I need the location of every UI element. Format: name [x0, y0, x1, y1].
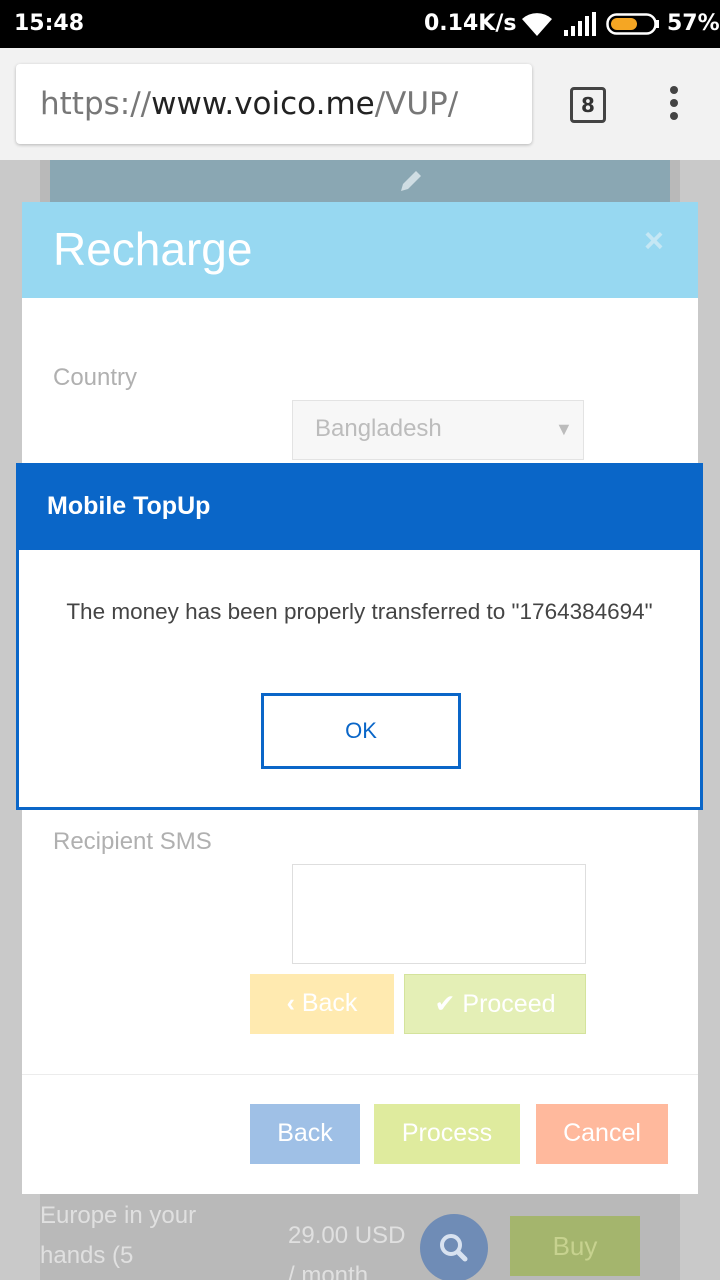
check-icon: ✔ [434, 990, 463, 1018]
chevron-left-icon: ‹ [286, 989, 302, 1017]
page-edit-bar [50, 160, 670, 202]
dialog-header: Mobile TopUp [19, 466, 700, 550]
footer-back-button[interactable]: Back [250, 1104, 360, 1164]
browser-toolbar: https://www.voico.me/VUP/ 8 [0, 48, 720, 160]
country-select-value: Bangladesh [315, 415, 442, 442]
recharge-title: Recharge [53, 223, 253, 275]
battery-icon [606, 13, 659, 35]
country-select[interactable]: Bangladesh ▼ [292, 400, 584, 460]
status-bar: 15:48 0.14K/s 57% [0, 0, 720, 48]
recipient-sms-label: Recipient SMS [53, 828, 212, 855]
search-button [420, 1214, 488, 1280]
overflow-menu-icon[interactable] [664, 86, 684, 126]
recipient-sms-input[interactable] [292, 864, 586, 964]
footer-divider [22, 1074, 698, 1075]
signal-icon [564, 12, 596, 36]
status-time: 15:48 [14, 11, 85, 36]
close-icon[interactable]: × [644, 222, 664, 261]
dialog-message: The money has been properly transferred … [66, 599, 653, 624]
address-bar[interactable]: https://www.voico.me/VUP/ [16, 64, 532, 144]
mobile-topup-dialog: Mobile TopUp The money has been properly… [16, 463, 703, 810]
buy-button: Buy [510, 1216, 640, 1276]
process-button[interactable]: Process [374, 1104, 520, 1164]
proceed-button[interactable]: ✔ Proceed [404, 974, 586, 1034]
pencil-icon [401, 171, 421, 191]
dropdown-arrow-icon: ▼ [555, 419, 573, 439]
plan-name-text: Europe in your hands (5 [40, 1202, 197, 1269]
country-label: Country [53, 364, 138, 391]
plan-price-text: 29.00 USD / month [288, 1222, 406, 1280]
step-back-button[interactable]: ‹ Back [250, 974, 394, 1034]
wifi-icon [522, 13, 552, 36]
ok-button[interactable]: OK [261, 693, 461, 769]
search-icon [440, 1234, 468, 1262]
battery-percent: 57% [667, 11, 720, 36]
tab-switcher-button[interactable]: 8 [570, 87, 606, 123]
dialog-title: Mobile TopUp [47, 492, 211, 520]
recharge-header: Recharge × [22, 202, 698, 298]
url-text: https://www.voico.me/VUP/ [40, 86, 459, 122]
cancel-button[interactable]: Cancel [536, 1104, 668, 1164]
status-net-speed: 0.14K/s [424, 11, 517, 36]
